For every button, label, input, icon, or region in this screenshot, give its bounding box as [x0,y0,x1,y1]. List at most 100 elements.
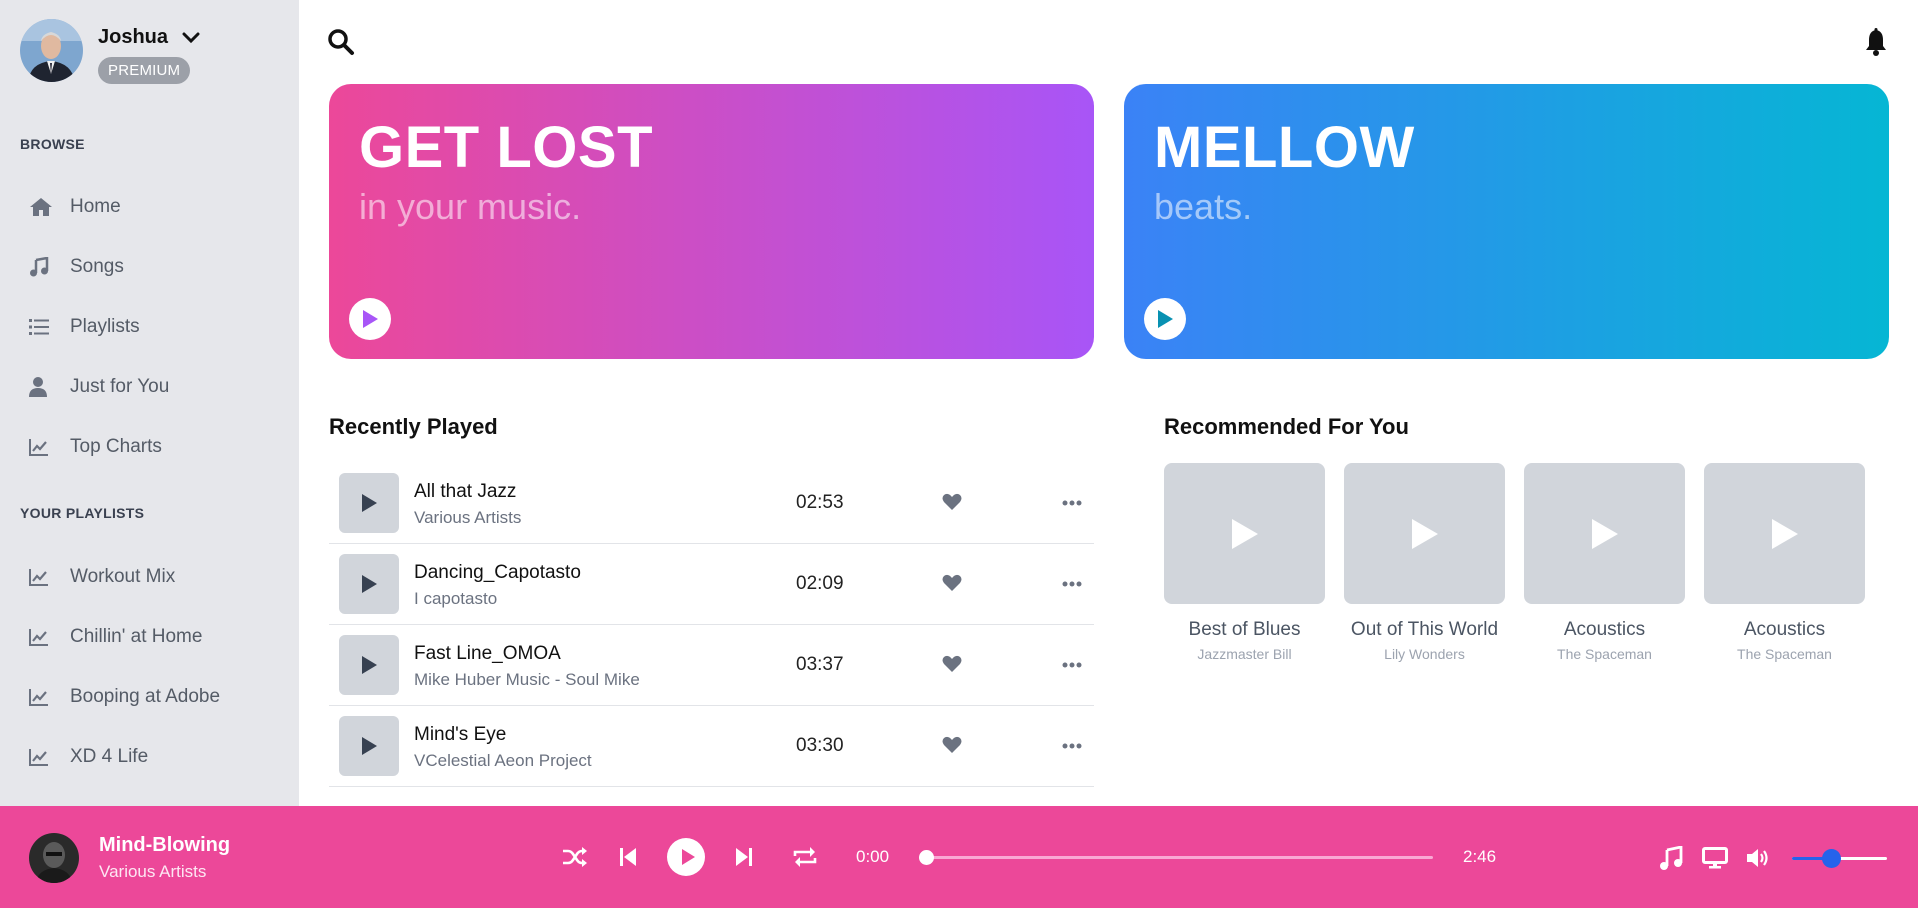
table-row[interactable]: Fast Line_OMOA Mike Huber Music - Soul M… [329,625,1094,706]
hero-banner-get-lost[interactable]: GET LOST in your music. [329,84,1094,359]
more-options-icon[interactable] [1062,581,1082,587]
sidebar-item-label: Chillin' at Home [70,626,203,647]
track-play-button[interactable] [339,635,399,695]
track-title: All that Jazz [414,481,517,502]
music-note-icon [29,257,55,277]
track-artist: Mike Huber Music - Soul Mike [414,670,640,689]
recommended-card[interactable]: Acoustics The Spaceman [1524,463,1685,662]
volume-handle[interactable] [1822,849,1842,868]
table-row[interactable]: Mind's Eye VCelestial Aeon Project 03:30 [329,706,1094,787]
total-time: 2:46 [1463,847,1497,866]
album-cover[interactable] [1344,463,1505,604]
card-artist: Lily Wonders [1384,646,1465,662]
sidebar-item-label: Workout Mix [70,566,176,587]
music-note-icon[interactable] [1659,846,1683,870]
chart-line-icon [29,568,55,586]
sidebar-item-top-charts[interactable]: Top Charts [29,436,162,458]
list-icon [29,318,55,336]
skip-back-icon[interactable] [619,847,637,867]
album-cover[interactable] [1164,463,1325,604]
bell-icon[interactable] [1864,28,1888,56]
shuffle-icon[interactable] [562,846,588,868]
more-options-icon[interactable] [1062,743,1082,749]
track-play-button[interactable] [339,716,399,776]
heart-icon[interactable] [942,736,962,754]
hero-title: GET LOST [359,115,653,180]
progress-slider[interactable] [919,850,1433,865]
sidebar-item-home[interactable]: Home [29,196,121,218]
monitor-icon[interactable] [1702,847,1728,869]
user-profile[interactable]: Joshua PREMIUM [20,19,200,84]
user-name: Joshua [98,26,169,48]
play-icon [363,310,378,328]
track-duration: 02:09 [796,573,844,594]
album-cover[interactable] [1524,463,1685,604]
play-icon [1771,518,1798,549]
sidebar-item-just-for-you[interactable]: Just for You [29,376,169,398]
sidebar: Joshua PREMIUM BROWSE Home Songs Playlis… [0,0,299,806]
track-duration: 03:30 [796,735,844,756]
volume-icon[interactable] [1746,847,1770,869]
home-icon [29,197,55,217]
now-playing-artist: Various Artists [99,862,207,881]
sidebar-item-label: Playlists [70,316,140,337]
play-icon [362,575,377,593]
volume-slider[interactable] [1792,849,1887,868]
search-icon[interactable] [327,28,355,56]
sidebar-item-label: Songs [70,256,124,277]
play-icon [1231,518,1258,549]
chevron-down-icon[interactable] [182,32,200,44]
chart-line-icon [29,628,55,646]
sidebar-item-booping-at-adobe[interactable]: Booping at Adobe [29,686,220,708]
card-title: Best of Blues [1188,619,1301,640]
sidebar-item-label: Booping at Adobe [70,686,221,707]
now-playing-title: Mind-Blowing [99,834,231,856]
hero-subtitle: in your music. [359,186,582,227]
play-icon [667,838,705,876]
progress-handle[interactable] [919,850,934,865]
now-playing-album-art[interactable] [29,833,79,883]
hero-play-button[interactable] [1144,298,1186,340]
avatar [20,19,83,82]
sidebar-item-workout-mix[interactable]: Workout Mix [29,566,175,588]
recommended-card[interactable]: Out of This World Lily Wonders [1344,463,1505,662]
track-duration: 03:37 [796,654,844,675]
hero-subtitle: beats. [1154,186,1253,227]
chart-line-icon [29,438,55,456]
heart-icon[interactable] [942,574,962,592]
play-icon [1411,518,1438,549]
track-artist: VCelestial Aeon Project [414,751,592,770]
card-artist: Jazzmaster Bill [1197,646,1292,662]
player-bar: Mind-Blowing Various Artists 0:00 2:46 [0,806,1918,908]
play-icon [362,656,377,674]
card-title: Acoustics [1743,619,1826,640]
sidebar-item-playlists[interactable]: Playlists [29,316,140,338]
album-cover[interactable] [1704,463,1865,604]
track-title: Mind's Eye [414,724,507,745]
more-options-icon[interactable] [1062,662,1082,668]
repeat-icon[interactable] [792,846,818,868]
sidebar-item-chillin-at-home[interactable]: Chillin' at Home [29,626,202,648]
skip-forward-icon[interactable] [735,847,753,867]
play-icon [1158,310,1173,328]
more-options-icon[interactable] [1062,500,1082,506]
table-row[interactable]: All that Jazz Various Artists 02:53 [329,463,1094,544]
play-pause-button[interactable] [667,838,705,876]
recommended-card[interactable]: Acoustics The Spaceman [1704,463,1865,662]
track-play-button[interactable] [339,473,399,533]
track-play-button[interactable] [339,554,399,614]
table-row[interactable]: Dancing_Capotasto I capotasto 02:09 [329,544,1094,625]
hero-banner-mellow[interactable]: MELLOW beats. [1124,84,1889,359]
card-title: Acoustics [1563,619,1646,640]
play-icon [1591,518,1618,549]
heart-icon[interactable] [942,655,962,673]
current-time: 0:00 [856,847,890,866]
hero-play-button[interactable] [349,298,391,340]
user-icon [29,377,55,397]
track-artist: I capotasto [414,589,498,608]
recommended-card[interactable]: Best of Blues Jazzmaster Bill [1164,463,1325,662]
track-artist: Various Artists [414,508,522,527]
sidebar-item-songs[interactable]: Songs [29,256,124,278]
heart-icon[interactable] [942,493,962,511]
sidebar-item-xd-4-life[interactable]: XD 4 Life [29,746,148,768]
